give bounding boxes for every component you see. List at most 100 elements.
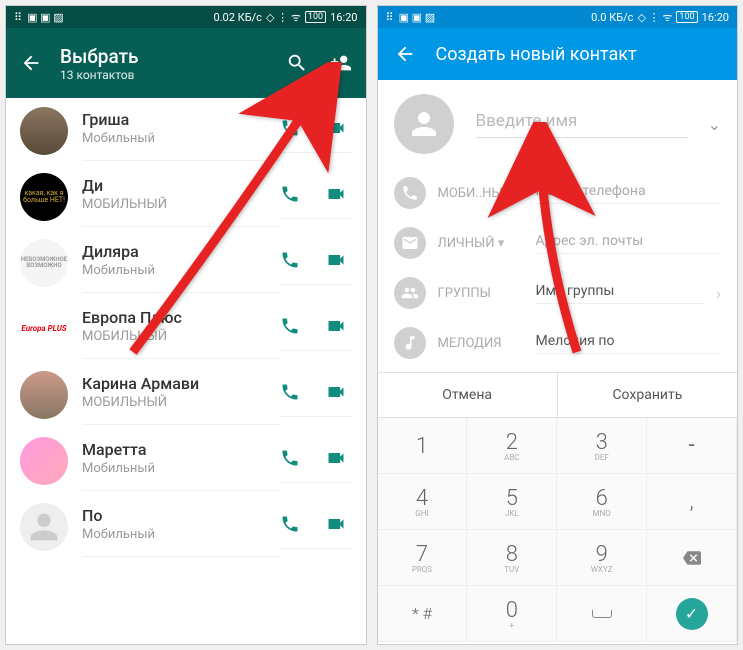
- contacts-header: Создать новый контакт: [378, 28, 738, 80]
- data-rate: 0.0 КБ/с: [591, 11, 633, 24]
- check-icon: ✓: [676, 598, 708, 630]
- video-icon[interactable]: [326, 316, 346, 336]
- key-0[interactable]: 0+: [467, 586, 557, 642]
- cancel-button[interactable]: Отмена: [378, 373, 558, 417]
- key-1[interactable]: 1: [378, 418, 468, 474]
- contact-row[interactable]: Маретта Мобильный: [6, 428, 366, 494]
- contact-row[interactable]: Europa PLUS Европа ПлюсМОБИЛЬНЫЙ: [6, 296, 366, 362]
- key-2[interactable]: 2ABC: [467, 418, 557, 474]
- contact-avatar[interactable]: [394, 94, 454, 154]
- contact-type: Мобильный: [82, 263, 280, 278]
- battery-level: 100: [305, 11, 326, 23]
- back-icon[interactable]: [394, 43, 416, 65]
- key-3[interactable]: 3DEF: [557, 418, 647, 474]
- ringtone-value[interactable]: Мелодия по: [536, 333, 722, 354]
- key-8[interactable]: 8TUV: [467, 530, 557, 586]
- contact-type: МОБИЛЬНЫЙ: [82, 395, 280, 410]
- status-bar: ⠿▣ ▣ ▨ 0.0 КБ/с◇ ⋮ ᯤ10016:20: [378, 6, 738, 28]
- add-contact-icon[interactable]: [330, 52, 352, 74]
- signal-icon: ⠿: [14, 11, 23, 24]
- contact-name: По: [82, 506, 280, 525]
- key-7[interactable]: 7PRQS: [378, 530, 468, 586]
- avatar: НЕВОЗМОЖНОЕ ВОЗМОЖНО: [20, 239, 68, 287]
- wifi-icon: ◇ ⋮ ᯤ: [637, 10, 672, 25]
- key-4[interactable]: 4GHI: [378, 474, 468, 530]
- call-icon[interactable]: [280, 316, 300, 336]
- search-icon[interactable]: [286, 52, 308, 74]
- video-icon[interactable]: [326, 118, 346, 138]
- contact-name: Ди: [82, 176, 280, 195]
- numeric-keypad: 1 2ABC 3DEF - 4GHI 5JKL 6MNO , 7PRQS 8TU…: [378, 418, 738, 642]
- email-input[interactable]: Адрес эл. почты: [536, 233, 722, 254]
- header-title: Создать новый контакт: [436, 44, 637, 65]
- call-icon[interactable]: [280, 514, 300, 534]
- key-6[interactable]: 6MNO: [557, 474, 647, 530]
- avatar: [20, 437, 68, 485]
- contact-type: Мобильный: [82, 131, 280, 146]
- contacts-screen: ⠿▣ ▣ ▨ 0.0 КБ/с◇ ⋮ ᯤ10016:20 Создать нов…: [377, 5, 739, 645]
- wifi-icon: ◇ ⋮ ᯤ: [266, 10, 301, 25]
- contact-list[interactable]: Гриша Мобильный какая, как я больше НЕТ! …: [6, 98, 366, 645]
- contact-row[interactable]: какая, как я больше НЕТ! ДиМОБИЛЬНЫЙ: [6, 164, 366, 230]
- avatar: [20, 107, 68, 155]
- field-label: ГРУППЫ: [438, 286, 524, 301]
- call-icon[interactable]: [280, 118, 300, 138]
- key-5[interactable]: 5JKL: [467, 474, 557, 530]
- header-title: Выбрать: [60, 45, 286, 68]
- key-backspace[interactable]: [647, 530, 737, 586]
- contact-name: Диляра: [82, 242, 280, 261]
- contact-type: Мобильный: [82, 461, 280, 476]
- key-done[interactable]: ✓: [647, 586, 737, 642]
- contact-form: Введите имя ⌄ МОБИ..НЫЙ ▾ Номер телефона…: [378, 80, 738, 368]
- phone-icon: [394, 177, 426, 209]
- back-icon[interactable]: [20, 52, 42, 74]
- video-icon[interactable]: [326, 448, 346, 468]
- contact-row[interactable]: НЕВОЗМОЖНОЕ ВОЗМОЖНО Диляра Мобильный: [6, 230, 366, 296]
- phone-input[interactable]: Номер телефона: [536, 183, 722, 204]
- video-icon[interactable]: [326, 184, 346, 204]
- signal-icon: ⠿: [386, 11, 395, 24]
- action-bar: Отмена Сохранить: [378, 372, 738, 418]
- video-icon[interactable]: [326, 382, 346, 402]
- header-subtitle: 13 контактов: [60, 68, 286, 82]
- group-value[interactable]: Имя группы: [536, 283, 705, 304]
- call-icon[interactable]: [280, 448, 300, 468]
- name-input[interactable]: Введите имя: [476, 111, 688, 138]
- contact-row[interactable]: Карина Армави МОБИЛЬНЫЙ: [6, 362, 366, 428]
- field-label: МЕЛОДИЯ: [438, 336, 524, 351]
- chevron-right-icon[interactable]: ›: [716, 284, 721, 303]
- key-space[interactable]: [557, 586, 647, 642]
- key-comma[interactable]: ,: [647, 474, 737, 530]
- group-icon: [394, 277, 426, 309]
- contact-name: Гриша: [82, 110, 280, 129]
- call-icon[interactable]: [280, 250, 300, 270]
- clock: 16:20: [330, 11, 357, 24]
- key-star-hash[interactable]: * #: [378, 586, 468, 642]
- contact-name: Европа Плюс: [82, 308, 280, 327]
- chevron-down-icon[interactable]: ⌄: [708, 115, 721, 134]
- battery-level: 100: [676, 11, 697, 23]
- ringtone-icon: [394, 327, 426, 359]
- contact-type: Мобильный: [82, 527, 280, 542]
- avatar: [20, 503, 68, 551]
- video-icon[interactable]: [326, 250, 346, 270]
- whatsapp-screen: ⠿▣ ▣ ▨ 0.02 КБ/с◇ ⋮ ᯤ10016:20 Выбрать 13…: [5, 5, 367, 645]
- avatar: [20, 371, 68, 419]
- contact-row[interactable]: Гриша Мобильный: [6, 98, 366, 164]
- status-bar: ⠿▣ ▣ ▨ 0.02 КБ/с◇ ⋮ ᯤ10016:20: [6, 6, 366, 28]
- contact-name: Карина Армави: [82, 374, 280, 393]
- call-icon[interactable]: [280, 382, 300, 402]
- save-button[interactable]: Сохранить: [558, 373, 737, 417]
- avatar: какая, как я больше НЕТ!: [20, 173, 68, 221]
- field-label[interactable]: МОБИ..НЫЙ ▾: [438, 186, 524, 201]
- call-icon[interactable]: [280, 184, 300, 204]
- contact-type: МОБИЛЬНЫЙ: [82, 329, 280, 344]
- field-label[interactable]: ЛИЧНЫЙ ▾: [438, 236, 524, 251]
- video-icon[interactable]: [326, 514, 346, 534]
- clock: 16:20: [702, 11, 729, 24]
- key-dash[interactable]: -: [647, 418, 737, 474]
- contact-row[interactable]: По Мобильный: [6, 494, 366, 560]
- key-9[interactable]: 9WXYZ: [557, 530, 647, 586]
- contact-name: Маретта: [82, 440, 280, 459]
- email-icon: [394, 227, 426, 259]
